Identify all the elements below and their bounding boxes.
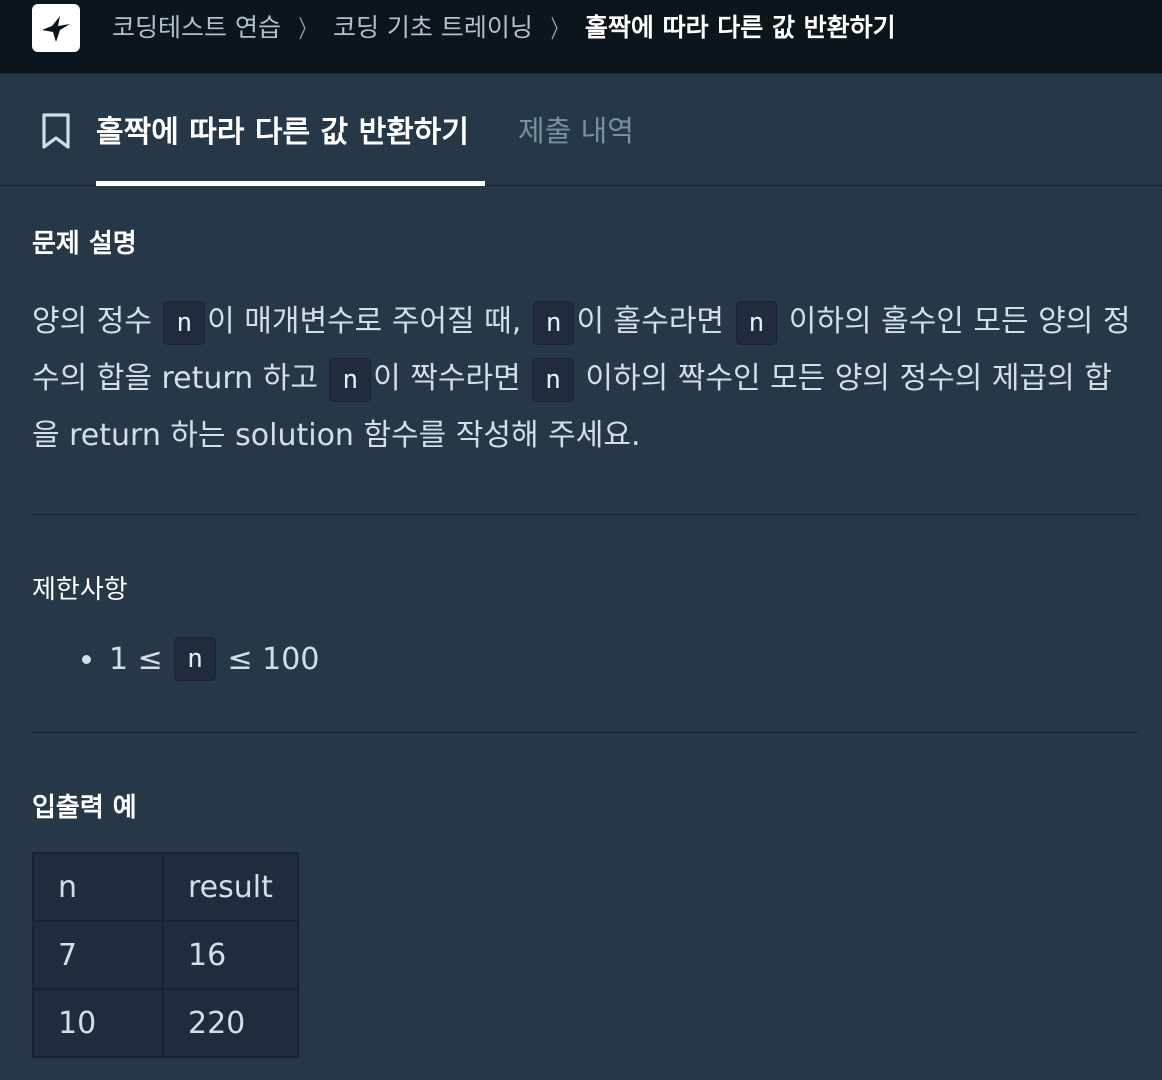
- tab-submission-history[interactable]: 제출 내역: [518, 108, 634, 150]
- inline-code-n: n: [735, 300, 778, 345]
- io-example-table: n result 7 16 10 220: [32, 852, 299, 1058]
- problem-description-text: 양의 정수 n이 매개변수로 주어질 때, n이 홀수라면 n 이하의 홀수인 …: [32, 293, 1132, 464]
- top-navigation-bar: 코딩테스트 연습 〉 코딩 기초 트레이닝 〉 홀짝에 따라 다른 값 반환하기: [0, 0, 1162, 74]
- desc-text: 이 매개변수로 주어질 때,: [207, 304, 531, 339]
- table-cell: 220: [162, 988, 299, 1058]
- problem-description-heading: 문제 설명: [32, 229, 137, 259]
- bullet-icon: [82, 654, 91, 664]
- constraint-text: 1 ≤: [109, 641, 173, 677]
- table-cell: 16: [162, 920, 299, 990]
- breadcrumb-coding-basics-training[interactable]: 코딩 기초 트레이닝: [333, 8, 533, 44]
- inline-code-n: n: [532, 300, 575, 345]
- inline-code-n: n: [174, 637, 216, 681]
- problem-tab-bar: 홀짝에 따라 다른 값 반환하기 제출 내역: [0, 74, 1162, 186]
- section-divider: [32, 732, 1138, 733]
- active-tab-indicator: [96, 181, 485, 186]
- inline-code-n: n: [532, 357, 574, 402]
- table-header-result: result: [162, 852, 299, 922]
- table-cell: 7: [32, 920, 164, 990]
- breadcrumb-coding-test-practice[interactable]: 코딩테스트 연습: [112, 8, 281, 44]
- constraints-heading: 제한사항: [32, 575, 128, 605]
- programmers-logo-icon[interactable]: [32, 4, 80, 52]
- desc-text: 이 홀수라면: [576, 304, 734, 339]
- inline-code-n: n: [329, 357, 372, 402]
- breadcrumb-current-problem: 홀짝에 따라 다른 값 반환하기: [584, 13, 896, 42]
- constraint-item: 1 ≤ n ≤ 100: [82, 637, 319, 681]
- section-divider: [32, 514, 1138, 515]
- table-row: 10 220: [32, 988, 299, 1058]
- table-header-n: n: [32, 852, 164, 922]
- inline-code-n: n: [163, 300, 206, 345]
- desc-text: 이 짝수라면: [373, 361, 531, 396]
- tab-problem[interactable]: 홀짝에 따라 다른 값 반환하기: [96, 107, 469, 151]
- io-example-heading: 입출력 예: [32, 793, 137, 823]
- breadcrumb: 코딩테스트 연습 〉 코딩 기초 트레이닝 〉 홀짝에 따라 다른 값 반환하기: [112, 8, 896, 44]
- table-cell: 10: [32, 988, 164, 1058]
- table-row: 7 16: [32, 920, 299, 990]
- desc-text: 양의 정수: [32, 304, 162, 339]
- constraint-text: ≤ 100: [217, 641, 320, 677]
- table-header-row: n result: [32, 852, 299, 922]
- breadcrumb-separator-icon: 〉: [298, 14, 316, 43]
- bookmark-icon[interactable]: [40, 112, 72, 150]
- breadcrumb-separator-icon: 〉: [550, 14, 568, 43]
